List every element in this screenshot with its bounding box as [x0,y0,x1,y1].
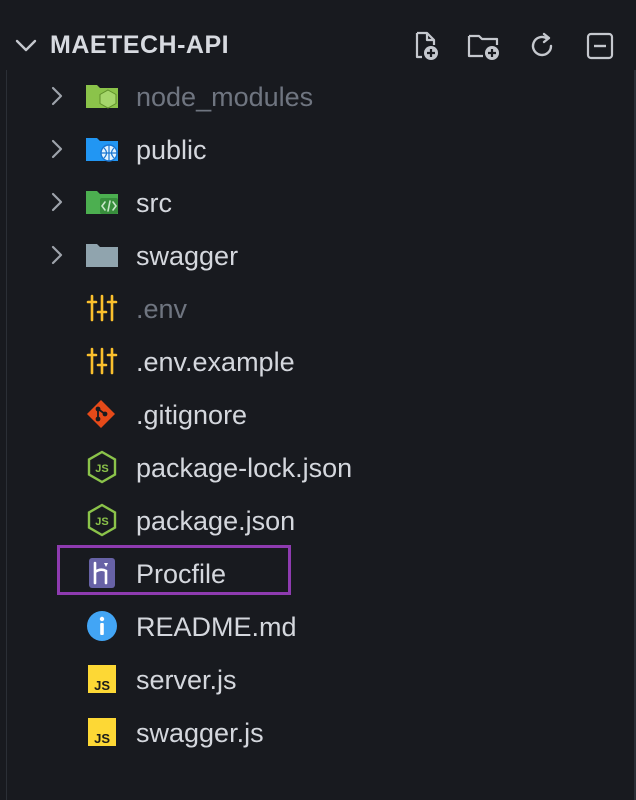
new-folder-icon[interactable] [462,29,506,63]
js-icon: JS [84,715,120,749]
src-folder-icon [84,185,120,219]
tree-item-label: src [136,188,172,218]
tree-item-package-json[interactable]: JS package.json [0,494,636,547]
tree-item-label: .env [136,294,188,324]
git-icon [84,397,120,431]
node-folder-icon [84,79,120,113]
chevron-right-icon[interactable] [46,84,68,108]
public-folder-icon [84,132,120,166]
tree-item-label: public [136,135,207,165]
chevron-right-icon[interactable] [46,243,68,267]
tree-item-package-lock-json[interactable]: JS package-lock.json [0,441,636,494]
env-settings-icon [84,344,120,378]
svg-text:JS: JS [94,731,110,746]
tree-item-label: node_modules [136,82,314,112]
refresh-icon[interactable] [520,29,564,63]
tree-item-label: swagger [136,241,239,271]
svg-text:JS: JS [95,463,108,475]
env-settings-icon [84,291,120,325]
new-file-icon[interactable] [404,29,448,63]
tree-item-label: server.js [136,665,237,695]
chevron-right-icon[interactable] [46,190,68,214]
svg-text:JS: JS [94,678,110,693]
folder-icon [84,238,120,272]
tree-item-label: .gitignore [136,400,248,430]
tree-item-src[interactable]: src [0,176,636,229]
svg-text:JS: JS [95,516,108,528]
clipped-top-bar [0,0,636,6]
tree-item-gitignore[interactable]: .gitignore [0,388,636,441]
tree-item-swagger[interactable]: swagger [0,229,636,282]
tree-item-server-js[interactable]: JS server.js [0,653,636,706]
procfile-highlight-box [57,545,291,595]
tree-item-env[interactable]: .env [0,282,636,335]
nodejs-icon: JS [84,450,120,484]
tree-item-public[interactable]: public [0,123,636,176]
chevron-down-icon[interactable] [12,33,40,57]
tree-item-label: .env.example [136,347,295,377]
tree-item-label: package.json [136,506,296,536]
tree-item-label: README.md [136,612,297,642]
tree-item-readme-md[interactable]: README.md [0,600,636,653]
tree-item-env-example[interactable]: .env.example [0,335,636,388]
explorer-actions [404,29,622,63]
collapse-all-icon[interactable] [578,29,622,63]
tree-item-label: package-lock.json [136,453,353,483]
workspace-title: MAETECH-API [50,31,230,59]
tree-item-swagger-js[interactable]: JS swagger.js [0,706,636,759]
tree-item-label: swagger.js [136,718,264,748]
file-tree: node_modules public src swagger .env .en… [0,70,636,800]
info-icon [84,609,120,643]
chevron-right-icon[interactable] [46,137,68,161]
js-icon: JS [84,662,120,696]
explorer-section-header[interactable]: MAETECH-API [0,20,636,70]
tree-item-node-modules[interactable]: node_modules [0,70,636,123]
nodejs-icon: JS [84,503,120,537]
